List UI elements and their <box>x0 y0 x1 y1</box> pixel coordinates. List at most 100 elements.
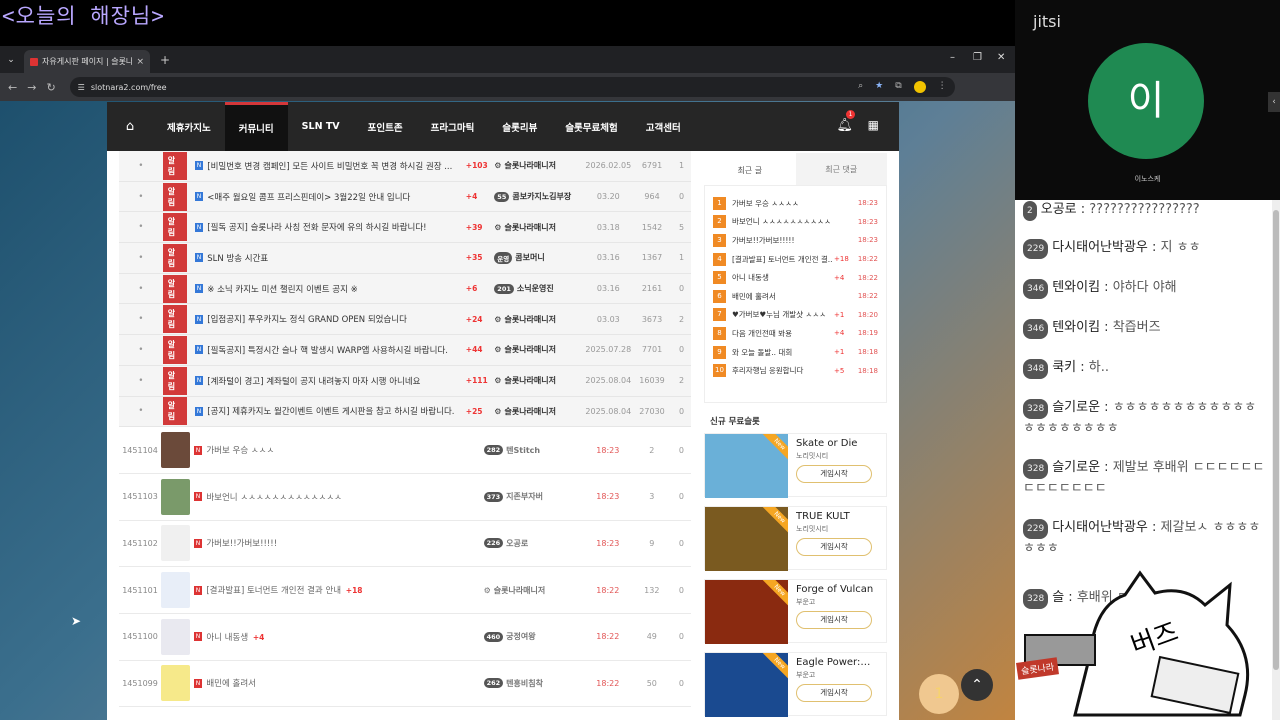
post-author[interactable]: ⚙ 슬롯나라매니저 <box>494 406 584 417</box>
post-author[interactable]: 262 텐흥비침착 <box>483 678 584 689</box>
post-row[interactable]: 1451099 N 배민에 홀려서 262 텐흥비침착 18:22 50 0 <box>119 660 691 708</box>
post-title[interactable]: [공지] 제휴카지노 월간이벤트 이벤트 게시판을 참고 하시길 바랍니다. <box>207 405 464 417</box>
post-title[interactable]: [필독 공지] 슬롯나라 사칭 전화 문자에 유의 하시길 바랍니다! <box>207 221 464 233</box>
recent-post-item[interactable]: 1 가버보 우승 ㅅㅅㅅㅅ 18:23 <box>713 194 878 213</box>
post-row[interactable]: 1451100 N 아니 내동생 +4 460 궁정여왕 18:22 49 0 <box>119 613 691 661</box>
back-icon[interactable]: ← <box>8 81 17 94</box>
post-title[interactable]: [계좌털이 경고] 계좌털이 공지 내려놓지 마자 시행 아니네요 <box>207 375 464 387</box>
chat-nick[interactable]: 슬기로운 <box>1052 400 1100 415</box>
post-author[interactable]: ⚙ 슬롯나라매니저 <box>494 375 584 386</box>
post-title[interactable]: [필독공지] 특정시간 슬나 핵 발생시 WARP앱 사용하시길 바랍니다. <box>207 344 464 356</box>
chat-scroll-thumb[interactable] <box>1273 210 1279 670</box>
post-thumbnail[interactable] <box>161 478 190 515</box>
recent-post-item[interactable]: 9 와 오늘 돌발.. 대회 +1 18:18 <box>713 343 878 362</box>
collapse-chevron-icon[interactable]: ‹ <box>1268 92 1280 112</box>
reload-icon[interactable]: ↻ <box>46 81 55 94</box>
play-button[interactable]: 게임시작 <box>796 684 872 702</box>
chat-nick[interactable]: 오공로 <box>1041 202 1077 217</box>
chat-nick[interactable]: 텐와이킴 <box>1052 320 1100 335</box>
post-thumbnail[interactable] <box>161 525 190 562</box>
post-thumbnail[interactable] <box>161 572 190 609</box>
slot-thumbnail[interactable]: New <box>705 434 788 498</box>
recent-post-item[interactable]: 8 다음 개인전때 봐용 +4 18:19 <box>713 324 878 343</box>
post-row[interactable]: 1451103 N 바보언니 ㅅㅅㅅㅅㅅㅅㅅㅅㅅㅅㅅㅅㅅ 373 지존부자버 18… <box>119 473 691 521</box>
play-button[interactable]: 게임시작 <box>796 538 872 556</box>
notice-row[interactable]: • 알림 N [비밀번호 변경 캠페인] 모든 사이트 비밀번호 꼭 변경 하시… <box>119 151 691 182</box>
post-author[interactable]: ⚙ 슬롯나라매니저 <box>494 314 584 325</box>
post-author[interactable]: 201 소닉운영진 <box>494 283 584 294</box>
zoom-icon[interactable]: ⌕ <box>858 81 863 93</box>
site-info-icon[interactable]: ☰ <box>78 83 85 92</box>
post-thumbnail[interactable] <box>161 665 190 702</box>
close-window-button[interactable]: ✕ <box>997 52 1005 63</box>
nav-item[interactable]: 프라그마틱 <box>417 102 489 151</box>
recent-post-item[interactable]: 6 배민에 홀려서 18:22 <box>713 287 878 306</box>
forward-icon[interactable]: → <box>27 81 36 94</box>
recent-post-item[interactable]: 3 가버보!!가버보!!!!! 18:23 <box>713 231 878 250</box>
nav-item[interactable]: 포인트존 <box>354 102 417 151</box>
url-field[interactable]: ☰ slotnara2.com/free ⌕ ★ ⧉ ⋮ <box>69 77 955 97</box>
post-title[interactable]: <매주 월요일 콤프 프리스핀데이> 3월22일 안내 입니다 <box>207 191 464 203</box>
play-button[interactable]: 게임시작 <box>796 465 872 483</box>
chat-fab-button[interactable]: 1 <box>919 674 959 714</box>
post-author[interactable]: 226 오공로 <box>483 538 584 549</box>
chat-nick[interactable]: 텐와이킴 <box>1052 280 1100 295</box>
notice-row[interactable]: • 알림 N ※ 소닉 카지노 미션 챌린지 이벤트 공지 ※ +6 201 소닉… <box>119 273 691 305</box>
post-title[interactable]: 바보언니 ㅅㅅㅅㅅㅅㅅㅅㅅㅅㅅㅅㅅㅅ <box>206 491 483 503</box>
minimize-button[interactable]: – <box>950 52 955 63</box>
nav-item[interactable]: 슬롯무료체험 <box>551 102 631 151</box>
tab-recent-posts[interactable]: 최근 글 <box>704 153 796 185</box>
notice-row[interactable]: • 알림 N [공지] 제휴카지노 월간이벤트 이벤트 게시판을 참고 하시길 … <box>119 396 691 428</box>
post-row[interactable]: 1451101 N [결과발표] 토너먼트 개인전 결과 안내 +18 ⚙ 슬롯나… <box>119 567 691 614</box>
post-title[interactable]: 가버보!!가버보!!!!! <box>206 537 483 549</box>
notice-row[interactable]: • 알림 N [필독 공지] 슬롯나라 사칭 전화 문자에 유의 하시길 바랍니… <box>119 212 691 244</box>
post-title[interactable]: 아니 내동생 +4 <box>206 631 483 643</box>
slot-thumbnail[interactable]: New <box>705 580 788 644</box>
tab-close-icon[interactable]: × <box>136 57 144 67</box>
post-thumbnail[interactable] <box>161 432 190 469</box>
post-author[interactable]: ⚙ 슬롯나라매니저 <box>484 585 584 596</box>
post-row[interactable]: 1451104 N 가버보 우승 ㅅㅅㅅ 282 텐Stitch 18:23 2 … <box>119 427 691 474</box>
grid-menu-icon[interactable]: ▦ <box>868 118 879 132</box>
extensions-icon[interactable]: ⧉ <box>895 81 901 93</box>
nav-item[interactable]: 슬롯리뷰 <box>488 102 551 151</box>
nav-item-active[interactable]: 커뮤니티 <box>224 102 288 151</box>
post-author[interactable]: 55 콤보카지노김부장 <box>494 191 584 202</box>
menu-icon[interactable]: ⋮ <box>938 81 947 93</box>
nav-item[interactable]: 고객센터 <box>632 102 695 151</box>
notice-row[interactable]: • 알림 N <매주 월요일 콤프 프리스핀데이> 3월22일 안내 입니다 +… <box>119 181 691 213</box>
post-title[interactable]: SLN 방송 시간표 <box>207 252 464 264</box>
post-author[interactable]: 운영 콤보머니 <box>494 251 584 264</box>
recent-post-item[interactable]: 2 바보언니 ㅅㅅㅅㅅㅅㅅㅅㅅㅅㅅㅅㅅ 18:23 <box>713 213 878 232</box>
post-author[interactable]: 373 지존부자버 <box>483 491 584 502</box>
scroll-top-button[interactable]: ⌃ <box>961 669 993 701</box>
recent-post-item[interactable]: 10 후리자행님 응원합니다 +5 18:18 <box>713 361 878 380</box>
post-thumbnail[interactable] <box>161 618 190 655</box>
post-author[interactable]: 460 궁정여왕 <box>483 631 584 642</box>
slot-thumbnail[interactable]: New <box>705 507 788 571</box>
nav-item[interactable]: SLN TV <box>288 102 354 151</box>
post-title[interactable]: 배민에 홀려서 <box>206 677 483 689</box>
recent-post-item[interactable]: 7 ♥가버보♥누님 개발샷 ㅅㅅㅅ +1 18:20 <box>713 306 878 325</box>
notice-row[interactable]: • 알림 N [필독공지] 특정시간 슬나 핵 발생시 WARP앱 사용하시길 … <box>119 335 691 366</box>
chat-nick[interactable]: 다시태어난박광우 <box>1052 520 1148 535</box>
play-button[interactable]: 게임시작 <box>796 611 872 629</box>
chat-nick[interactable]: 다시태어난박광우 <box>1052 240 1148 255</box>
browser-tab[interactable]: 자유게시판 페이지 | 슬롯나라 × <box>24 50 150 73</box>
notice-row[interactable]: • 알림 N SLN 방송 시간표 +35 운영 콤보머니 03.16 1367 … <box>119 243 691 274</box>
post-row[interactable]: 1451102 N 가버보!!가버보!!!!! 226 오공로 18:23 9 0 <box>119 520 691 568</box>
nav-item[interactable]: 제휴카지노 <box>153 102 225 151</box>
post-title[interactable]: [입점공지] 푸우카지노 정식 GRAND OPEN 되었습니다 <box>207 313 464 325</box>
tab-recent-comments[interactable]: 최근 댓글 <box>795 153 887 185</box>
new-tab-button[interactable]: + <box>160 53 170 67</box>
post-title[interactable]: ※ 소닉 카지노 미션 챌린지 이벤트 공지 ※ <box>207 283 464 295</box>
post-author[interactable]: 282 텐Stitch <box>483 445 584 456</box>
tab-search-icon[interactable]: ⌄ <box>4 53 18 67</box>
slot-thumbnail[interactable]: New <box>705 653 788 717</box>
post-author[interactable]: ⚙ 슬롯나라매니저 <box>494 222 584 233</box>
profile-avatar[interactable] <box>913 81 926 93</box>
bell-icon[interactable]: 🔔︎ <box>836 118 853 133</box>
post-author[interactable]: ⚙ 슬롯나라매니저 <box>494 344 584 355</box>
notice-row[interactable]: • 알림 N [입점공지] 푸우카지노 정식 GRAND OPEN 되었습니다 … <box>119 304 691 336</box>
post-author[interactable]: ⚙ 슬롯나라매니저 <box>494 160 584 171</box>
